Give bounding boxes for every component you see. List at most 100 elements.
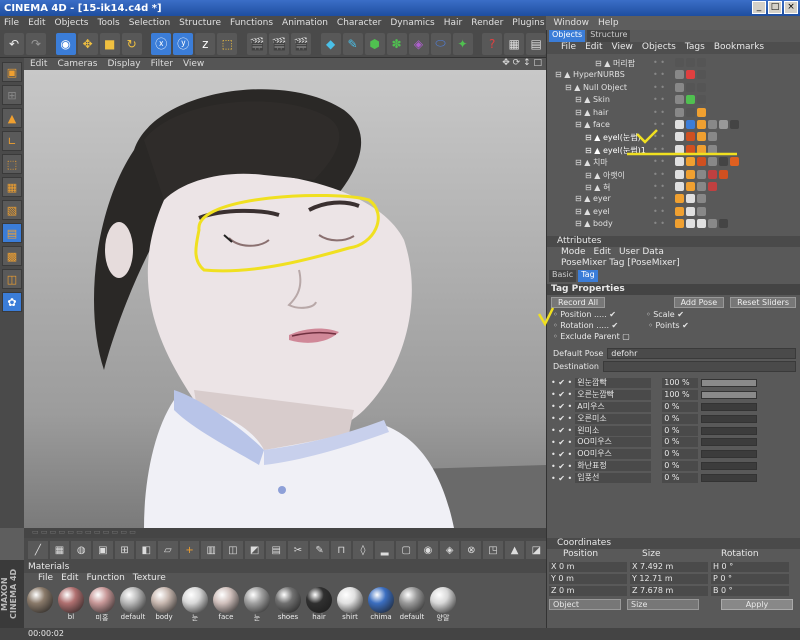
visibility-dots[interactable]: • • [653,132,665,141]
subdivide-tool-icon[interactable]: ◳ [483,541,503,559]
menu-render[interactable]: Render [471,18,503,28]
object-mode-icon[interactable]: ▲ [2,108,22,128]
object-tag-icon[interactable] [708,132,717,142]
object-tag-icon[interactable] [675,119,684,129]
object-tag-icon[interactable] [686,95,695,105]
coordinate-mode-select[interactable]: Object [549,599,621,610]
visibility-dots[interactable]: • • [653,58,665,67]
pose-enable-checkbox[interactable]: • ✔ • [551,390,572,399]
object-tag-icon[interactable] [686,58,695,67]
position-field[interactable]: Y 0 m [549,574,627,584]
environment-icon[interactable]: ⬭ [430,32,451,55]
texture-mode-icon[interactable]: ▤ [2,223,22,243]
pose-strength-slider[interactable] [701,414,758,423]
pose-strength-slider[interactable] [701,402,758,411]
help-icon[interactable]: ? [482,32,503,55]
object-tag-icon[interactable] [686,82,695,92]
material-swatch[interactable]: default [398,587,426,623]
pose-strength-value[interactable]: 0 % [662,401,699,412]
viewport-menu-cameras[interactable]: Cameras [57,59,97,69]
pose-slider-row[interactable]: • ✔ • OO미우스 0 % [547,448,800,460]
material-swatch[interactable]: bl [57,587,85,623]
size-field[interactable]: Z 7.678 m [630,586,708,596]
material-swatch[interactable]: 양말 [429,587,457,623]
pose-name-field[interactable]: 입풍선 [575,473,652,484]
object-tag-icon[interactable] [730,119,739,129]
viewport-menu-view[interactable]: View [183,59,204,69]
pose-enable-checkbox[interactable]: • ✔ • [551,462,572,471]
object-tag-icon[interactable] [675,70,684,80]
object-tag-icon[interactable] [675,194,684,204]
material-swatch[interactable]: 눈 [181,587,209,623]
polygons-mode-icon[interactable]: ▧ [2,200,22,220]
object-tag-icon[interactable] [675,181,684,191]
object-tag-icon[interactable] [686,144,695,154]
pose-strength-value[interactable]: 100 % [662,389,699,400]
undo-icon[interactable]: ↶ [4,32,24,55]
pen-icon[interactable]: ✎ [342,32,363,55]
visibility-dots[interactable]: • • [653,170,665,179]
box-tool-icon[interactable]: ▣ [93,541,113,559]
pose-slider-row[interactable]: • ✔ • 왼미소 0 % [547,425,800,437]
rotation-checkbox[interactable]: ◦ Rotation ..... ✔ [553,321,618,332]
menu-dynamics[interactable]: Dynamics [390,18,434,28]
weight-tool-icon[interactable]: ✿ [2,292,22,312]
position-checkbox[interactable]: ◦ Position ..... ✔ [553,310,616,321]
object-tag-icon[interactable] [719,219,728,229]
visibility-dots[interactable]: • • [653,145,665,154]
attr-menu-edit[interactable]: Edit [594,247,611,258]
object-tag-icon[interactable] [675,219,684,229]
live-select-icon[interactable]: ◉ [55,32,76,55]
points-mode-icon[interactable]: ⬚ [2,154,22,174]
pose-strength-value[interactable]: 0 % [662,461,699,472]
object-tag-icon[interactable] [675,206,684,216]
om-menu-objects[interactable]: Objects [642,42,676,54]
object-tag-icon[interactable] [675,95,684,105]
pose-strength-value[interactable]: 0 % [662,449,699,460]
viewport-nav-icons[interactable]: ✥ ⟳ ↕ □ [502,58,542,68]
menu-hair[interactable]: Hair [444,18,462,28]
pose-enable-checkbox[interactable]: • ✔ • [551,378,572,387]
mirror-tool-icon[interactable]: ◫ [223,541,243,559]
size-field[interactable]: Y 12.71 m [630,574,708,584]
bridge2-tool-icon[interactable]: ▢ [396,541,417,559]
visibility-dots[interactable]: • • [653,194,665,203]
make-editable-icon[interactable]: ▣ [2,62,22,82]
visibility-dots[interactable]: • • [653,95,665,104]
pose-name-field[interactable]: OO미우스 [575,449,652,460]
pose-name-field[interactable]: A미우스 [575,401,652,412]
layout-switch-icon[interactable]: ▤ [526,32,547,55]
magnet-tool-icon[interactable]: ⊓ [331,541,352,559]
z-axis-icon[interactable]: z [195,32,216,55]
object-row[interactable]: ⊟ ▲ 아랫이 • • [547,169,800,182]
size-mode-select[interactable]: Size [627,599,699,610]
object-tag-icon[interactable] [686,219,695,229]
pose-strength-slider[interactable] [701,462,758,471]
pose-slider-row[interactable]: • ✔ • 오른미소 0 % [547,413,800,425]
extrude-tool-icon[interactable]: ◩ [244,541,265,559]
render-view-icon[interactable]: 🎬 [246,32,267,55]
object-row[interactable]: ⊟ ▲ body • • [547,219,800,231]
render-picture-viewer-icon[interactable]: 🎬 [268,32,289,55]
object-row[interactable]: ⊟ ▲ eyel(눈썹)1 • • [547,144,800,157]
default-pose-field[interactable]: defohr [607,348,796,359]
om-menu-file[interactable]: File [561,42,576,54]
pose-strength-slider[interactable] [701,390,758,399]
object-row[interactable]: ⊟ ▲ hair • • [547,107,800,120]
pose-enable-checkbox[interactable]: • ✔ • [551,474,572,483]
object-row[interactable]: ⊟ ▲ HyperNURBS • • [547,70,800,82]
viewport-menu-display[interactable]: Display [107,59,140,69]
pose-enable-checkbox[interactable]: • ✔ • [551,426,572,435]
snap-icon[interactable]: ▩ [2,246,22,266]
pose-name-field[interactable]: 화난표정 [575,461,652,472]
triangulate-tool-icon[interactable]: ▲ [504,541,525,559]
pose-strength-value[interactable]: 0 % [662,437,699,448]
object-tag-icon[interactable] [675,107,684,117]
menu-help[interactable]: Help [598,18,619,28]
materials-menu-file[interactable]: File [38,573,53,584]
object-tag-icon[interactable] [708,157,717,167]
points-checkbox[interactable]: ◦ Points ✔ [648,321,689,332]
pose-enable-checkbox[interactable]: • ✔ • [551,450,572,459]
x-axis-icon[interactable]: ⓧ [151,32,172,55]
object-tag-icon[interactable] [675,82,684,92]
